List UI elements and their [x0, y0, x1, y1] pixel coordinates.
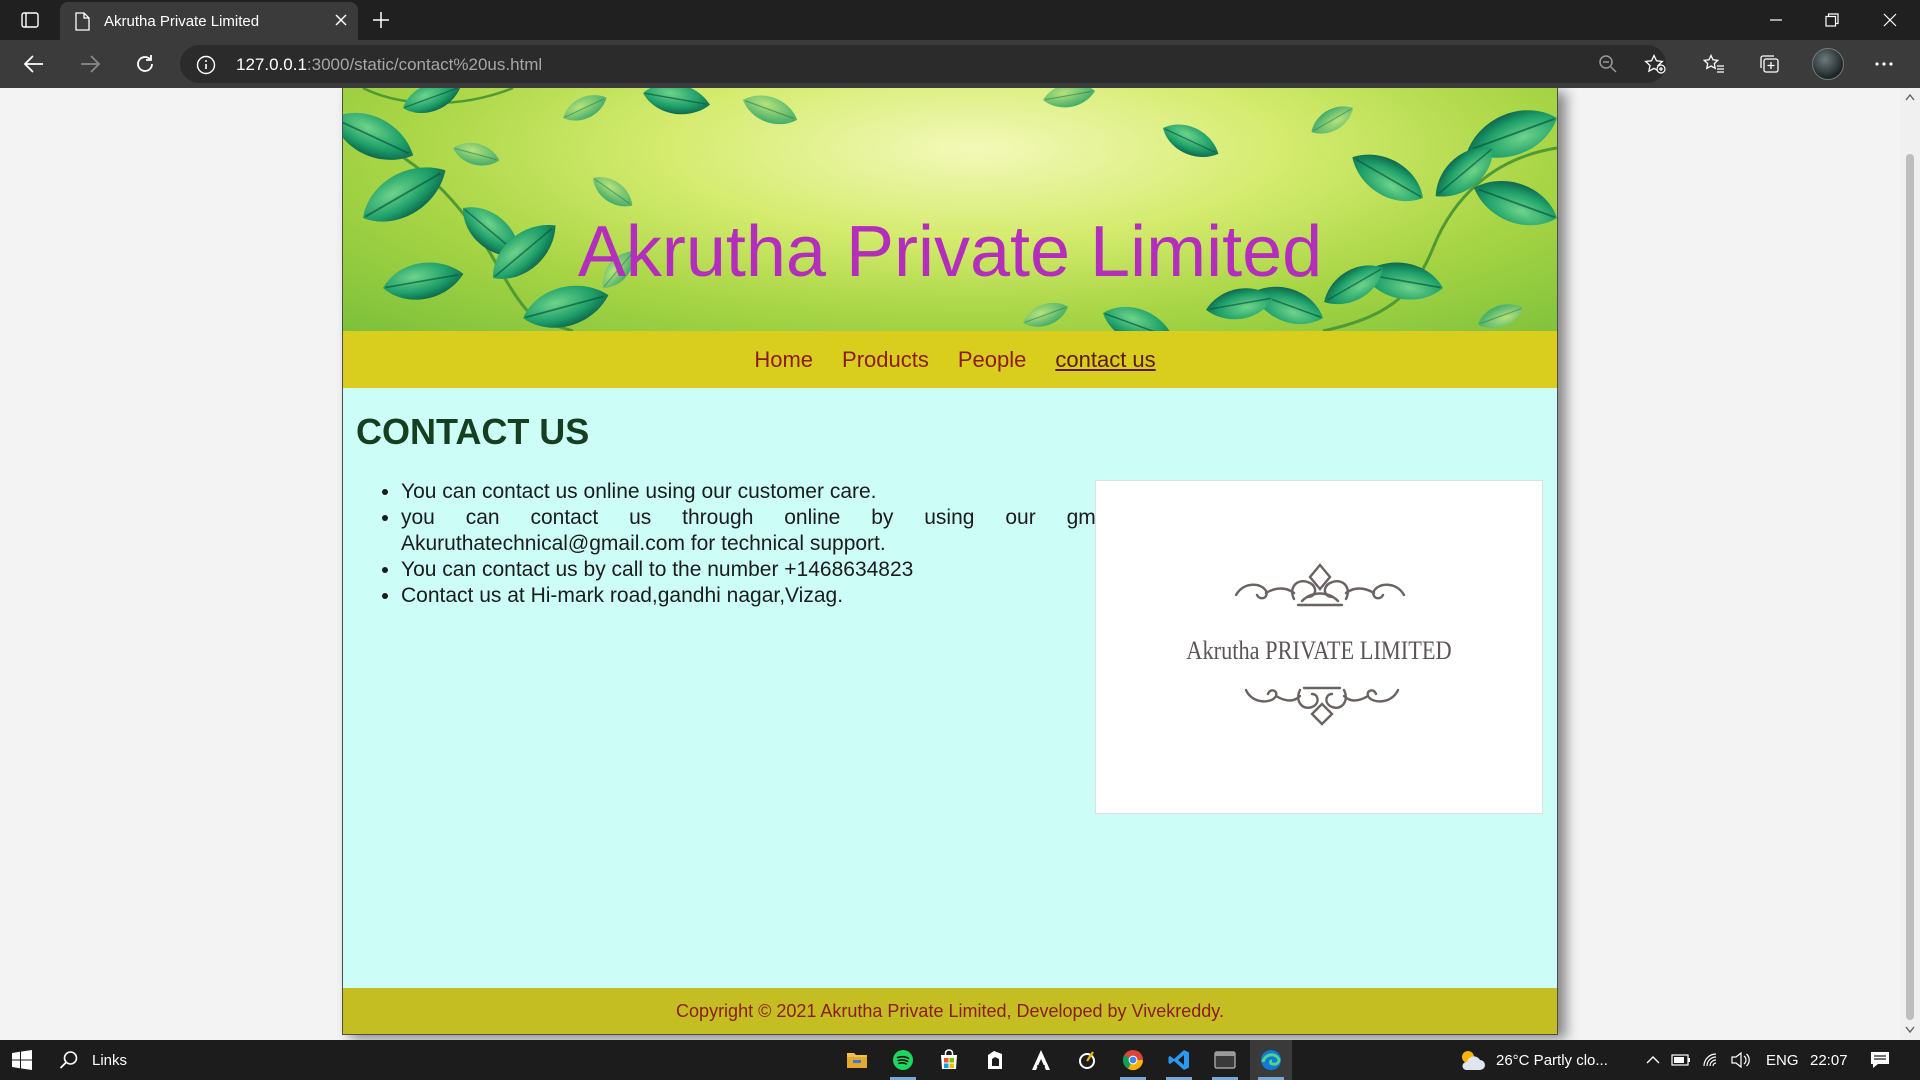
tab-actions-icon[interactable]	[14, 8, 46, 32]
weather-text[interactable]: 26°C Partly clo...	[1496, 1040, 1608, 1080]
language-indicator[interactable]: ENG	[1766, 1040, 1799, 1080]
restore-button[interactable]	[1810, 4, 1854, 36]
url-text[interactable]: 127.0.0.1:3000/static/contact%20us.html	[236, 55, 542, 75]
collections-button[interactable]	[1752, 48, 1788, 80]
refresh-icon	[137, 55, 153, 72]
company-logo-image: Akrutha PRIVATE LIMITED	[1095, 480, 1543, 814]
nav-people[interactable]: People	[958, 347, 1027, 373]
url-host: 127.0.0.1	[236, 55, 307, 74]
site-title: Akrutha Private Limited	[577, 212, 1323, 292]
chrome-icon[interactable]	[1112, 1040, 1154, 1080]
restore-icon	[1825, 13, 1839, 27]
favorites-button[interactable]	[1696, 48, 1732, 80]
taskbar-links[interactable]: Links	[92, 1040, 127, 1080]
close-icon	[1883, 13, 1897, 27]
more-menu-button[interactable]	[1866, 48, 1902, 80]
list-item: You can contact us by call to the number…	[401, 557, 1171, 583]
store-icon[interactable]	[928, 1040, 970, 1080]
site-footer: Copyright © 2021 Akrutha Private Limited…	[343, 988, 1557, 1034]
vscode-icon[interactable]	[1158, 1040, 1200, 1080]
notifications-icon[interactable]	[1866, 1040, 1894, 1080]
nav-contact-us[interactable]: contact us	[1055, 347, 1155, 373]
forward-button[interactable]	[72, 48, 108, 80]
info-icon[interactable]	[196, 55, 216, 75]
close-tab-icon[interactable]	[334, 13, 348, 27]
edge-icon[interactable]	[1250, 1040, 1292, 1080]
chevron-up-icon[interactable]	[1644, 1040, 1662, 1080]
clock[interactable]: 22:07	[1810, 1040, 1848, 1080]
profile-avatar[interactable]	[1812, 48, 1844, 80]
more-icon	[1875, 62, 1893, 66]
close-window-button[interactable]	[1868, 4, 1912, 36]
minimize-icon	[1770, 19, 1782, 21]
leaves-decoration	[343, 88, 1557, 331]
list-item: Contact us at Hi-mark road,gandhi nagar,…	[401, 583, 1171, 609]
volume-icon[interactable]	[1730, 1040, 1752, 1080]
favorites-icon	[1703, 54, 1724, 73]
header-banner: Akrutha Private Limited	[343, 88, 1557, 331]
page-icon	[74, 12, 90, 31]
contact-info-list: You can contact us online using our cust…	[356, 479, 1171, 609]
url-path: :3000/static/contact%20us.html	[306, 55, 543, 74]
scrollbar-thumb[interactable]	[1906, 154, 1914, 1020]
vertical-scrollbar[interactable]	[1900, 88, 1920, 1040]
forward-icon	[81, 55, 101, 73]
site-container: Akrutha Private Limited Home Products Pe…	[342, 88, 1558, 1035]
scroll-up-icon[interactable]	[1905, 93, 1915, 101]
windows-taskbar: Links 26°C Partly clo... ENG 22:07	[0, 1040, 1920, 1080]
wifi-icon[interactable]	[1702, 1040, 1722, 1080]
browser-tab-bar: Akrutha Private Limited	[0, 0, 1920, 40]
start-button[interactable]	[0, 1040, 44, 1080]
nav-products[interactable]: Products	[842, 347, 929, 373]
new-tab-button[interactable]	[368, 8, 394, 32]
terminal-icon[interactable]	[1204, 1040, 1246, 1080]
nav-home[interactable]: Home	[754, 347, 813, 373]
browser-toolbar: 127.0.0.1:3000/static/contact%20us.html	[0, 40, 1920, 88]
zoom-out-icon[interactable]	[1598, 54, 1618, 74]
copyright-text: Copyright © 2021 Akrutha Private Limited…	[676, 1000, 1224, 1021]
battery-icon[interactable]	[1670, 1040, 1692, 1080]
address-bar[interactable]: 127.0.0.1:3000/static/contact%20us.html	[180, 45, 1666, 83]
page-heading: CONTACT US	[356, 411, 590, 452]
search-icon[interactable]	[54, 1040, 84, 1080]
list-item: you can contact us through online by usi…	[401, 505, 1171, 557]
logo-text: Akrutha PRIVATE LIMITED	[1186, 636, 1452, 665]
refresh-button[interactable]	[127, 48, 163, 80]
tab-title: Akrutha Private Limited	[104, 13, 260, 30]
scroll-down-icon[interactable]	[1905, 1026, 1915, 1034]
bottom-ornament	[1244, 686, 1400, 726]
assassins-creed-icon[interactable]	[1020, 1040, 1062, 1080]
back-icon	[23, 55, 43, 73]
top-ornament	[1234, 563, 1406, 607]
browser-tab[interactable]: Akrutha Private Limited	[60, 2, 358, 40]
add-favorite-icon[interactable]	[1644, 54, 1666, 74]
minimize-button[interactable]	[1754, 4, 1798, 36]
spotify-icon[interactable]	[882, 1040, 924, 1080]
app-icon[interactable]	[1066, 1040, 1108, 1080]
list-item: You can contact us online using our cust…	[401, 479, 1171, 505]
main-nav: Home Products People contact us	[343, 331, 1557, 388]
back-button[interactable]	[16, 48, 52, 80]
windows-icon	[12, 1050, 32, 1070]
file-explorer-icon[interactable]	[836, 1040, 878, 1080]
collections-icon	[1760, 55, 1779, 73]
weather-icon[interactable]	[1456, 1040, 1488, 1080]
app-icon[interactable]	[974, 1040, 1016, 1080]
plus-icon	[373, 12, 389, 28]
page-viewport: Akrutha Private Limited Home Products Pe…	[0, 88, 1900, 1040]
